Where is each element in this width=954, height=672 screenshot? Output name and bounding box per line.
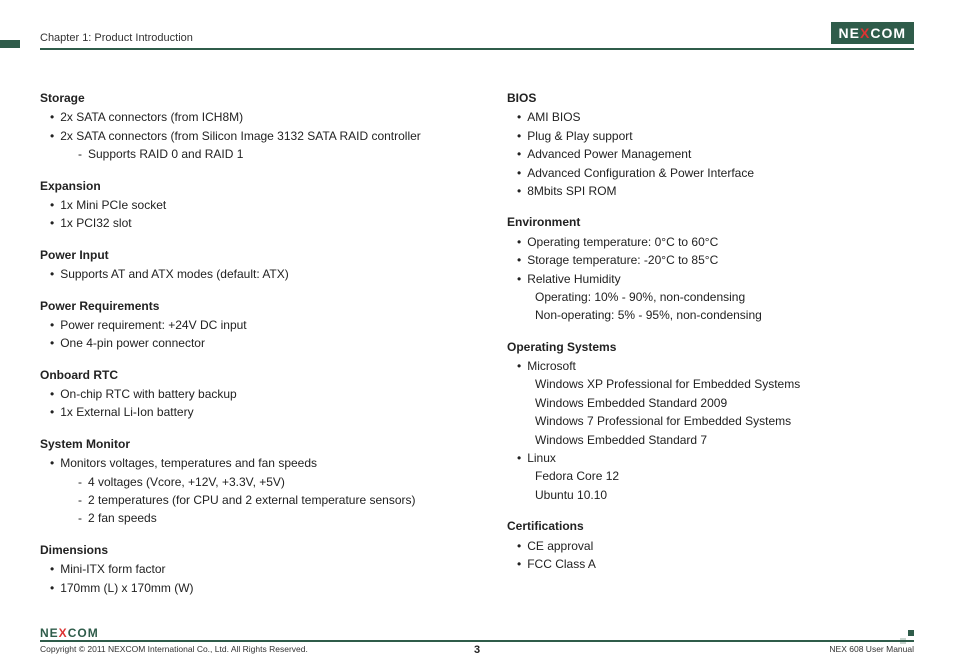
copyright-text: Copyright © 2011 NEXCOM International Co… <box>40 644 308 654</box>
list-item: Windows 7 Professional for Embedded Syst… <box>517 413 914 430</box>
spec-list: CE approvalFCC Class A <box>507 538 914 574</box>
list-item: 2 temperatures (for CPU and 2 external t… <box>50 492 447 509</box>
list-item: 1x Mini PCIe socket <box>50 197 447 214</box>
list-item: 1x PCI32 slot <box>50 215 447 232</box>
list-item: Mini-ITX form factor <box>50 561 447 578</box>
spec-section: Storage2x SATA connectors (from ICH8M)2x… <box>40 90 447 164</box>
list-item: Microsoft <box>517 358 914 375</box>
list-item: Windows XP Professional for Embedded Sys… <box>517 376 914 393</box>
section-title: BIOS <box>507 90 914 107</box>
footer-logo-pre: NE <box>40 626 59 640</box>
list-item: Plug & Play support <box>517 128 914 145</box>
spec-list: 1x Mini PCIe socket1x PCI32 slot <box>40 197 447 233</box>
section-title: Storage <box>40 90 447 107</box>
list-item: Windows Embedded Standard 2009 <box>517 395 914 412</box>
spec-section: Expansion 1x Mini PCIe socket1x PCI32 slo… <box>40 178 447 233</box>
spec-section: Power Requirements Power requirement: +24… <box>40 298 447 353</box>
spec-list: MicrosoftWindows XP Professional for Emb… <box>507 358 914 504</box>
list-item: 2x SATA connectors (from Silicon Image 3… <box>50 128 447 145</box>
list-item: Operating: 10% - 90%, non-condensing <box>517 289 914 306</box>
spec-list: AMI BIOS Plug & Play supportAdvanced Powe… <box>507 109 914 200</box>
page-header: Chapter 1: Product Introduction NEXCOM <box>40 22 914 50</box>
section-title: Expansion <box>40 178 447 195</box>
list-item: 1x External Li-Ion battery <box>50 404 447 421</box>
list-item: 170mm (L) x 170mm (W) <box>50 580 447 597</box>
right-column: BIOSAMI BIOSPlug & Play supportAdvanced … <box>507 90 914 611</box>
list-item: Ubuntu 10.10 <box>517 487 914 504</box>
list-item: Storage temperature: -20°C to 85°C <box>517 252 914 269</box>
spec-section: BIOSAMI BIOSPlug & Play supportAdvanced … <box>507 90 914 200</box>
spec-list: Power requirement: +24V DC inputOne 4-pi… <box>40 317 447 353</box>
list-item: On-chip RTC with battery backup <box>50 386 447 403</box>
list-item: AMI BIOS <box>517 109 914 126</box>
section-title: System Monitor <box>40 436 447 453</box>
footer-bar: Copyright © 2011 NEXCOM International Co… <box>40 640 914 654</box>
list-item: Power requirement: +24V DC input <box>50 317 447 334</box>
list-item: Linux <box>517 450 914 467</box>
list-item: 8Mbits SPI ROM <box>517 183 914 200</box>
list-item: Fedora Core 12 <box>517 468 914 485</box>
list-item: 2 fan speeds <box>50 510 447 527</box>
side-tab-icon <box>0 40 20 48</box>
logo-text-x: X <box>860 25 870 41</box>
list-item: Advanced Power Management <box>517 146 914 163</box>
manual-name: NEX 608 User Manual <box>829 644 914 654</box>
list-item: Monitors voltages, temperatures and fan … <box>50 455 447 472</box>
section-title: Certifications <box>507 518 914 535</box>
spec-list: On-chip RTC with battery backup1x Extern… <box>40 386 447 422</box>
section-title: Onboard RTC <box>40 367 447 384</box>
spec-section: Operating Systems MicrosoftWindows XP Pro… <box>507 339 914 505</box>
page-number: 3 <box>474 644 480 656</box>
spec-list: Mini-ITX form factor 170mm (L) x 170mm (W… <box>40 561 447 597</box>
list-item: 2x SATA connectors (from ICH8M) <box>50 109 447 126</box>
list-item: Advanced Configuration & Power Interface <box>517 165 914 182</box>
list-item: Operating temperature: 0°C to 60°C <box>517 234 914 251</box>
footer-logo-x: X <box>59 626 68 640</box>
section-title: Operating Systems <box>507 339 914 356</box>
spec-section: Onboard RTC On-chip RTC with battery back… <box>40 367 447 422</box>
left-column: Storage2x SATA connectors (from ICH8M)2x… <box>40 90 447 611</box>
spec-section: Dimensions Mini-ITX form factor 170mm (L) … <box>40 542 447 597</box>
list-item: Relative Humidity <box>517 271 914 288</box>
page-footer: NEXCOM Copyright © 2011 NEXCOM Internati… <box>40 640 914 654</box>
section-title: Power Input <box>40 247 447 264</box>
list-item: Non-operating: 5% - 95%, non-condensing <box>517 307 914 324</box>
spec-section: System Monitor Monitors voltages, tempera… <box>40 436 447 528</box>
spec-list: Supports AT and ATX modes (default: ATX) <box>40 266 447 283</box>
footer-logo: NEXCOM <box>40 626 105 640</box>
brand-logo: NEXCOM <box>831 22 914 44</box>
spec-section: Certifications CE approvalFCC Class A <box>507 518 914 573</box>
list-item: One 4-pin power connector <box>50 335 447 352</box>
logo-text-pre: NE <box>839 25 860 41</box>
spec-list: Monitors voltages, temperatures and fan … <box>40 455 447 528</box>
spec-list: 2x SATA connectors (from ICH8M) 2x SATA c… <box>40 109 447 163</box>
content-area: Storage2x SATA connectors (from ICH8M)2x… <box>40 90 914 611</box>
section-title: Dimensions <box>40 542 447 559</box>
list-item: Supports AT and ATX modes (default: ATX) <box>50 266 447 283</box>
list-item: Windows Embedded Standard 7 <box>517 432 914 449</box>
list-item: FCC Class A <box>517 556 914 573</box>
section-title: Power Requirements <box>40 298 447 315</box>
list-item: Supports RAID 0 and RAID 1 <box>50 146 447 163</box>
spec-section: Power Input Supports AT and ATX modes (de… <box>40 247 447 284</box>
chapter-title: Chapter 1: Product Introduction <box>40 32 193 44</box>
list-item: 4 voltages (Vcore, +12V, +3.3V, +5V) <box>50 474 447 491</box>
spec-section: Environment Operating temperature: 0°C to… <box>507 214 914 324</box>
section-title: Environment <box>507 214 914 231</box>
list-item: CE approval <box>517 538 914 555</box>
footer-logo-post: COM <box>68 626 99 640</box>
logo-text-post: COM <box>870 25 906 41</box>
spec-list: Operating temperature: 0°C to 60°CStorag… <box>507 234 914 325</box>
